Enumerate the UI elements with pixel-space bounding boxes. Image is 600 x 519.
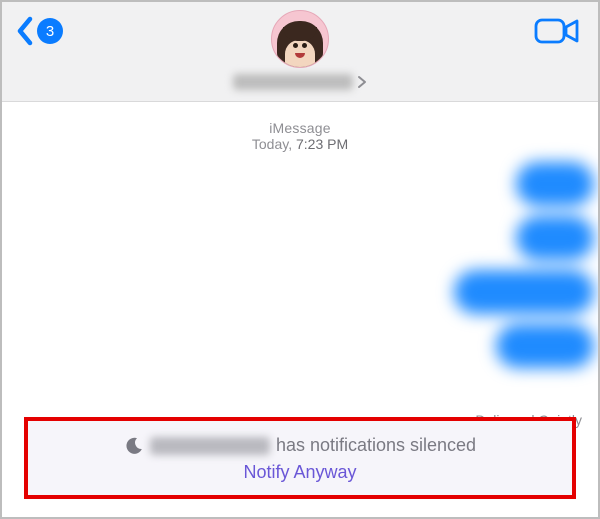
moon-icon — [124, 436, 144, 456]
contact-avatar — [271, 10, 329, 68]
sent-bubble[interactable] — [496, 324, 594, 368]
date-header: iMessage Today, 7:23 PM — [2, 120, 598, 152]
contact-name — [233, 74, 353, 90]
annotation-highlight: has notifications silenced Notify Anyway — [24, 417, 576, 499]
contact-header[interactable] — [233, 10, 367, 90]
silenced-text: has notifications silenced — [276, 435, 476, 456]
video-camera-icon — [534, 16, 580, 46]
header: 3 — [2, 2, 598, 102]
notify-anyway-button[interactable]: Notify Anyway — [38, 462, 562, 483]
sent-bubble[interactable] — [454, 270, 594, 314]
sent-bubble[interactable] — [516, 216, 594, 260]
sent-bubble[interactable] — [516, 162, 594, 206]
back-button[interactable]: 3 — [16, 16, 63, 46]
contact-name-row — [233, 74, 367, 90]
message-thread: iMessage Today, 7:23 PM Delivered Quietl… — [2, 102, 598, 517]
sent-messages — [454, 162, 594, 368]
chevron-left-icon — [16, 16, 35, 46]
service-label: iMessage — [2, 120, 598, 136]
date-label: Today, — [252, 136, 292, 152]
chevron-right-icon — [357, 75, 367, 89]
silenced-contact-name — [150, 437, 270, 455]
facetime-button[interactable] — [534, 16, 580, 51]
notifications-silenced-banner: has notifications silenced Notify Anyway — [28, 421, 572, 495]
time-label: 7:23 PM — [296, 136, 348, 152]
unread-count-badge: 3 — [37, 18, 63, 44]
